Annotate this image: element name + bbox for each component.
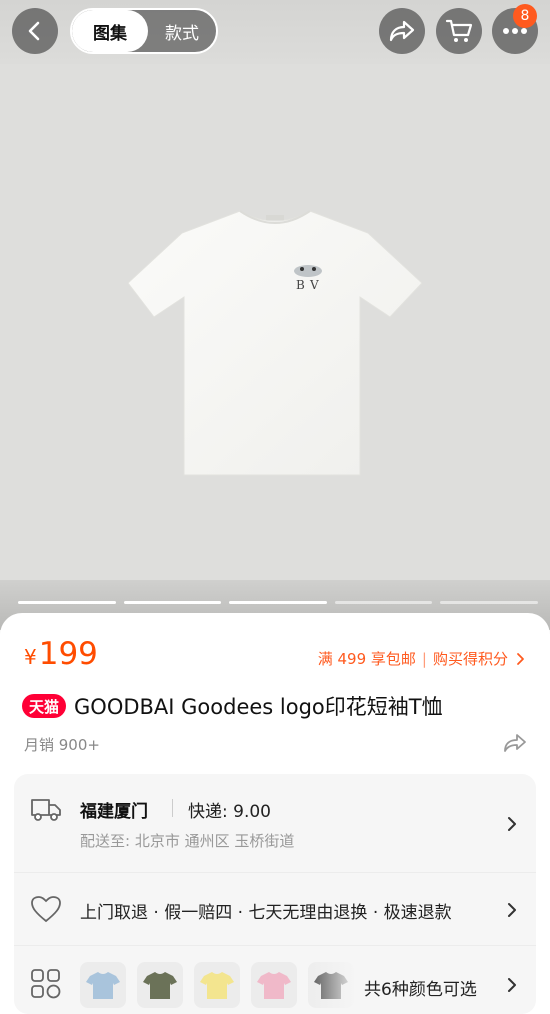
shipping-origin: 福建厦门 <box>80 802 148 822</box>
indicator-5[interactable] <box>440 601 538 604</box>
variant-swatch[interactable] <box>194 962 240 1008</box>
chevron-right-icon[interactable] <box>505 815 519 833</box>
swatch-shirt <box>143 972 177 999</box>
tab-styles[interactable]: 款式 <box>148 10 216 52</box>
more-icon <box>503 28 527 34</box>
shipping-fee: 快递: 9.00 <box>188 802 271 822</box>
indicator-4[interactable] <box>334 601 433 604</box>
variant-swatch[interactable] <box>137 962 183 1008</box>
cart-icon <box>445 19 473 42</box>
back-icon <box>28 21 40 41</box>
divider <box>172 799 173 817</box>
indicator-3[interactable] <box>229 601 327 604</box>
tab-gallery[interactable]: 图集 <box>72 10 148 52</box>
delivery-truck-icon <box>31 799 61 821</box>
color-options-summary[interactable]: 共6种颜色可选 <box>364 975 477 1000</box>
svg-text:V: V <box>309 278 319 292</box>
variants-grid-icon <box>31 969 61 999</box>
price-value: 199 <box>38 636 98 672</box>
promo-separator: | <box>421 649 427 668</box>
promo-shipping: 满 499 享包邮 <box>317 650 416 668</box>
tshirt-icon <box>257 972 291 999</box>
indicator-1[interactable] <box>18 601 116 604</box>
product-title: GOODBAI Goodees logo印花短袖T恤 <box>74 695 443 719</box>
swatch-shirt <box>200 972 234 999</box>
swatch-fade <box>300 958 360 1012</box>
monthly-sales: 月销 900+ <box>24 736 100 754</box>
chevron-right-icon[interactable] <box>505 901 519 919</box>
gallery-indicators <box>18 601 538 605</box>
share-icon-small[interactable] <box>502 732 528 754</box>
currency-symbol: ¥ <box>24 645 37 669</box>
product-gallery[interactable]: B V 图集 款式 8 <box>0 0 550 630</box>
indicator-2[interactable] <box>123 601 222 604</box>
share-icon <box>389 20 415 42</box>
price: ¥ 199 <box>24 636 98 672</box>
delivery-destination[interactable]: 配送至: 北京市 通州区 玉桥街道 <box>80 830 294 851</box>
promotion-link[interactable]: 满 499 享包邮 | 购买得积分 <box>318 648 528 669</box>
tshirt-icon <box>143 972 177 999</box>
variant-swatch[interactable] <box>251 962 297 1008</box>
row-divider <box>14 945 536 946</box>
service-guarantees[interactable]: 上门取退 · 假一赔四 · 七天无理由退换 · 极速退款 <box>80 898 492 923</box>
back-button[interactable] <box>12 8 58 54</box>
row-divider <box>14 872 536 873</box>
message-count-badge: 8 <box>513 4 537 28</box>
chevron-right-icon[interactable] <box>505 976 519 994</box>
promo-points: 购买得积分 <box>432 650 508 668</box>
tshirt-icon <box>86 972 120 999</box>
product-title-row: 天猫 GOODBAI Goodees logo印花短袖T恤 <box>22 690 443 722</box>
svg-text:B: B <box>296 278 305 292</box>
chevron-right-icon <box>517 652 524 665</box>
cart-button[interactable] <box>436 8 482 54</box>
swatch-shirt <box>86 972 120 999</box>
tshirt-icon <box>200 972 234 999</box>
share-button[interactable] <box>379 8 425 54</box>
product-image[interactable]: B V <box>128 205 422 477</box>
tmall-badge: 天猫 <box>22 694 67 718</box>
swatch-shirt <box>257 972 291 999</box>
guarantee-heart-icon <box>31 896 61 923</box>
gallery-style-tabs: 图集 款式 <box>70 8 218 54</box>
variant-swatch[interactable] <box>80 962 126 1008</box>
